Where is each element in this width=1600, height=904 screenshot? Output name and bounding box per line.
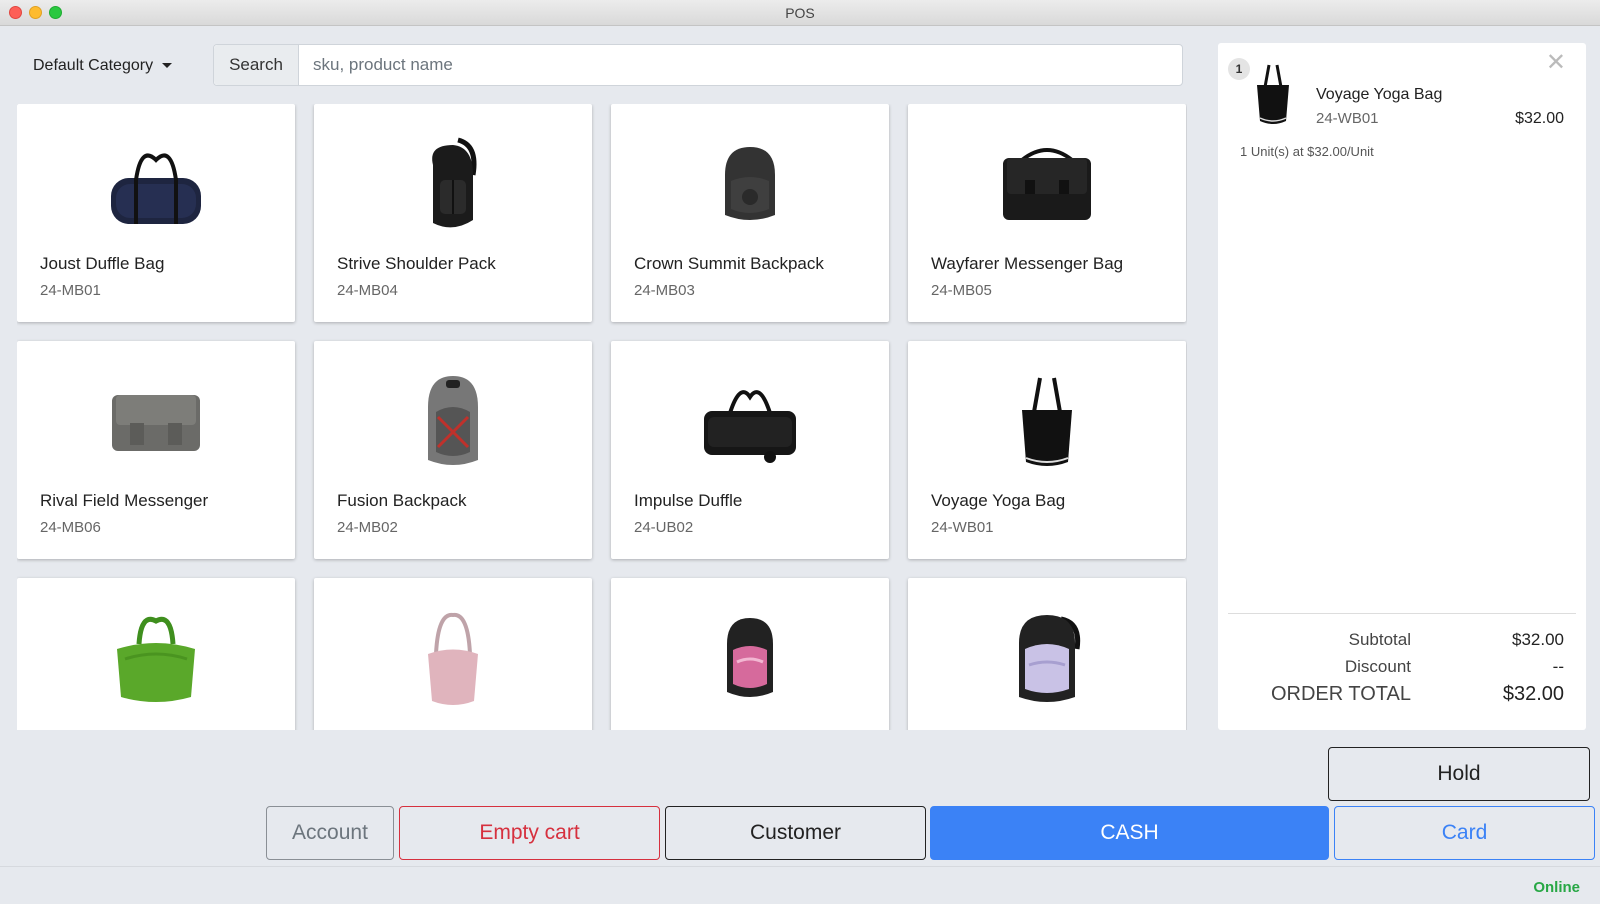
sling-backpack-icon bbox=[314, 130, 592, 240]
category-dropdown[interactable]: Default Category bbox=[33, 57, 172, 75]
cart-divider bbox=[1228, 613, 1576, 614]
product-sku: 24-UB02 bbox=[634, 519, 694, 536]
search-bar: Search bbox=[213, 44, 1183, 86]
product-name: Strive Shoulder Pack bbox=[337, 254, 496, 273]
subtotal-label: Subtotal bbox=[1348, 630, 1411, 649]
product-name: Crown Summit Backpack bbox=[634, 254, 824, 273]
product-name: Voyage Yoga Bag bbox=[931, 491, 1066, 510]
cart-item-name: Voyage Yoga Bag bbox=[1316, 86, 1443, 103]
tote-bag-icon bbox=[1253, 63, 1293, 132]
product-sku: 24-MB03 bbox=[634, 282, 695, 299]
shoulder-bag-icon bbox=[314, 604, 592, 714]
product-card[interactable] bbox=[17, 578, 295, 730]
backpack-icon bbox=[611, 130, 889, 240]
cart-item-unit-price: 1 Unit(s) at $32.00/Unit bbox=[1240, 144, 1374, 159]
product-card[interactable]: Rival Field Messenger 24-MB06 bbox=[17, 341, 295, 559]
discount-label: Discount bbox=[1344, 657, 1411, 676]
account-button[interactable]: Account bbox=[266, 806, 394, 860]
product-sku: 24-MB04 bbox=[337, 282, 398, 299]
product-card[interactable]: Joust Duffle Bag 24-MB01 bbox=[17, 104, 295, 322]
product-card[interactable]: Crown Summit Backpack 24-MB03 bbox=[611, 104, 889, 322]
backpack-icon bbox=[611, 604, 889, 714]
messenger-bag-icon bbox=[908, 130, 1186, 240]
card-button[interactable]: Card bbox=[1334, 806, 1595, 860]
product-sku: 24-MB01 bbox=[40, 282, 101, 299]
tote-bag-icon bbox=[908, 367, 1186, 477]
cart-item-sku: 24-WB01 bbox=[1316, 110, 1379, 127]
product-card[interactable]: Strive Shoulder Pack 24-MB04 bbox=[314, 104, 592, 322]
customer-button[interactable]: Customer bbox=[665, 806, 926, 860]
product-name: Joust Duffle Bag bbox=[40, 254, 165, 273]
backpack-icon bbox=[908, 604, 1186, 714]
category-label: Default Category bbox=[33, 57, 154, 74]
product-grid: Joust Duffle Bag 24-MB01 Strive Shoulder… bbox=[17, 104, 1187, 730]
product-sku: 24-MB05 bbox=[931, 282, 992, 299]
cash-button[interactable]: CASH bbox=[930, 806, 1329, 860]
product-card[interactable] bbox=[314, 578, 592, 730]
empty-cart-button[interactable]: Empty cart bbox=[399, 806, 660, 860]
product-name: Fusion Backpack bbox=[337, 491, 467, 510]
product-card[interactable]: Wayfarer Messenger Bag 24-MB05 bbox=[908, 104, 1186, 322]
window-close-button[interactable] bbox=[9, 6, 22, 19]
messenger-bag-icon bbox=[17, 367, 295, 477]
product-card[interactable]: Voyage Yoga Bag 24-WB01 bbox=[908, 341, 1186, 559]
rolling-duffle-icon bbox=[611, 367, 889, 477]
product-card[interactable] bbox=[611, 578, 889, 730]
search-label: Search bbox=[214, 45, 299, 85]
product-sku: 24-WB01 bbox=[931, 519, 994, 536]
product-sku: 24-MB02 bbox=[337, 519, 398, 536]
hold-button[interactable]: Hold bbox=[1328, 747, 1590, 801]
product-sku: 24-MB06 bbox=[40, 519, 101, 536]
product-name: Wayfarer Messenger Bag bbox=[931, 254, 1124, 273]
window-title: POS bbox=[785, 5, 815, 21]
subtotal-value: $32.00 bbox=[1512, 630, 1564, 649]
order-total-value: $32.00 bbox=[1502, 683, 1564, 705]
window-minimize-button[interactable] bbox=[29, 6, 42, 19]
gym-bag-icon bbox=[17, 604, 295, 714]
duffle-bag-icon bbox=[17, 130, 295, 240]
cart-item-qty-badge: 1 bbox=[1228, 58, 1250, 80]
product-card[interactable]: Fusion Backpack 24-MB02 bbox=[314, 341, 592, 559]
status-bar: Online bbox=[0, 866, 1600, 904]
product-name: Impulse Duffle bbox=[634, 491, 743, 510]
search-input[interactable] bbox=[299, 45, 1182, 85]
order-total-label: ORDER TOTAL bbox=[1270, 683, 1411, 705]
cart-item-price: $32.00 bbox=[1515, 110, 1564, 127]
connection-status: Online bbox=[1533, 879, 1580, 896]
discount-value: -- bbox=[1552, 657, 1564, 676]
backpack-icon bbox=[314, 367, 592, 477]
product-card[interactable] bbox=[908, 578, 1186, 730]
window-maximize-button[interactable] bbox=[49, 6, 62, 19]
caret-down-icon bbox=[161, 63, 172, 69]
product-name: Rival Field Messenger bbox=[40, 491, 209, 510]
product-card[interactable]: Impulse Duffle 24-UB02 bbox=[611, 341, 889, 559]
cart-panel: 1 Voyage Yoga Bag 24-WB01 $32.00 1 Unit(… bbox=[1218, 43, 1586, 730]
window-titlebar: POS bbox=[0, 0, 1600, 26]
close-icon[interactable]: ✕ bbox=[1546, 51, 1566, 75]
